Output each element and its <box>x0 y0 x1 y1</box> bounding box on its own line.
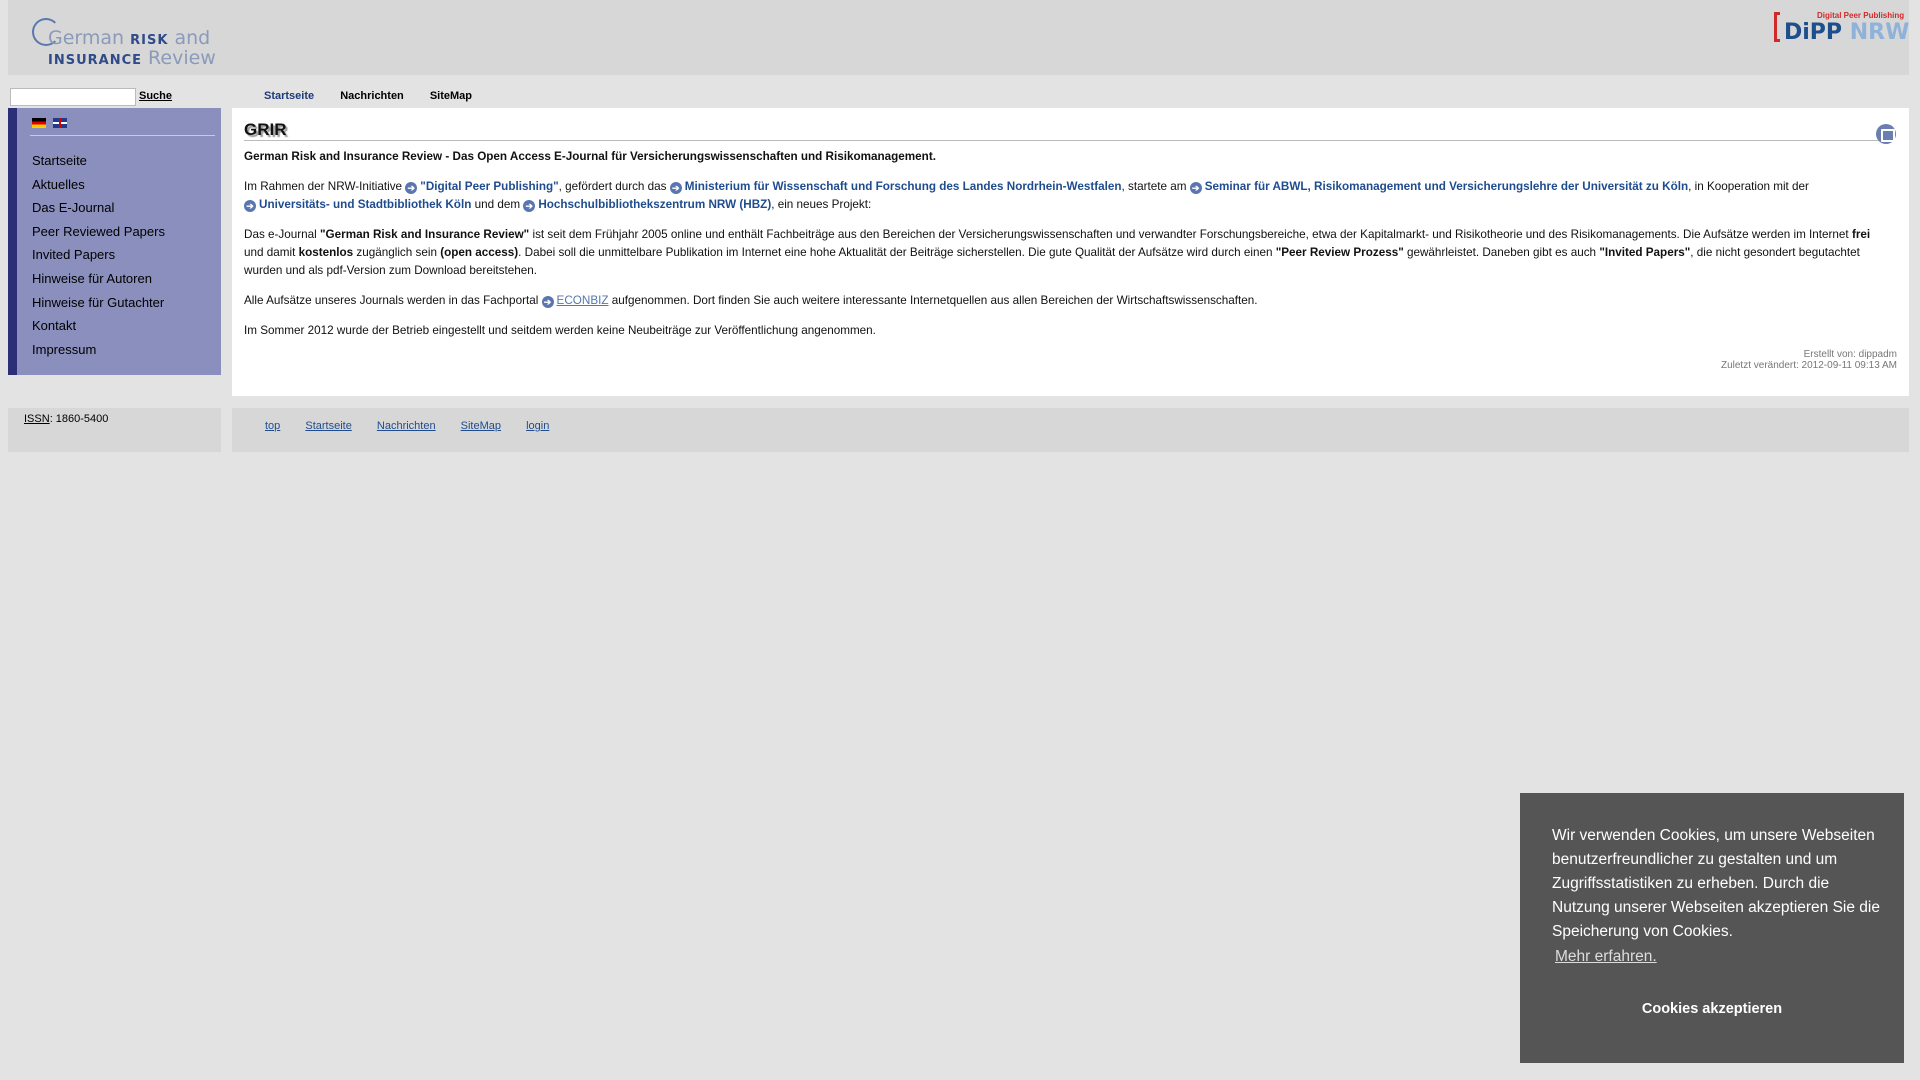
footer-link-startseite[interactable]: Startseite <box>305 420 351 432</box>
print-icon[interactable] <box>1876 124 1896 144</box>
main-content: GRIR German Risk and Insurance Review - … <box>232 108 1909 396</box>
link-econbiz[interactable]: ECONBIZ <box>557 294 609 307</box>
lead-text: German Risk and Insurance Review - Das O… <box>244 150 936 163</box>
dipp-nrw-logo[interactable]: Digital Peer Publishing DiPP NRW <box>1774 8 1909 48</box>
issn-box: ISSN: 1860-5400 <box>8 408 221 452</box>
footer-link-login[interactable]: login <box>526 420 549 432</box>
footer-navigation: top Startseite Nachrichten SiteMap login <box>232 408 1909 452</box>
language-switcher <box>32 118 70 130</box>
sidebar-item-startseite[interactable]: Startseite <box>32 151 165 175</box>
cookie-message: Wir verwenden Cookies, um unsere Webseit… <box>1552 827 1880 940</box>
topnav-sitemap[interactable]: SiteMap <box>430 90 472 102</box>
top-navigation: Startseite Nachrichten SiteMap <box>264 90 495 102</box>
topnav-nachrichten[interactable]: Nachrichten <box>340 90 404 102</box>
link-digital-peer-publishing[interactable]: "Digital Peer Publishing" <box>420 180 558 193</box>
intro-paragraph: Im Rahmen der NRW-Initiative ➔ "Digital P… <box>244 180 1809 212</box>
link-ub-koeln[interactable]: Universitäts- und Stadtbibliothek Köln <box>259 198 471 211</box>
bracket-icon <box>1774 12 1780 42</box>
sidebar-item-peer-reviewed-papers[interactable]: Peer Reviewed Papers <box>32 222 165 246</box>
last-modified: Zuletzt verändert: 2012-09-11 09:13 AM <box>1720 360 1897 371</box>
search-button[interactable]: Suche <box>139 90 172 102</box>
sidebar-item-impressum[interactable]: Impressum <box>32 340 165 364</box>
journal-description-paragraph: Das e-Journal "German Risk and Insurance… <box>244 228 1871 277</box>
arrow-right-icon: ➔ <box>541 296 554 308</box>
sidebar-divider <box>30 135 215 136</box>
created-by: Erstellt von: dippadm <box>1803 349 1897 360</box>
arrow-right-icon: ➔ <box>523 200 536 212</box>
sidebar-item-invited-papers[interactable]: Invited Papers <box>32 245 165 269</box>
document-meta: Erstellt von: dippadm Zuletzt verändert:… <box>1721 349 1897 371</box>
arrow-right-icon: ➔ <box>1189 182 1202 194</box>
sidebar-item-kontakt[interactable]: Kontakt <box>32 316 165 340</box>
site-header: German RISK and INSURANCE Review Digital… <box>8 0 1909 75</box>
grir-logo[interactable]: German RISK and INSURANCE Review <box>32 16 232 69</box>
sidebar-menu: Startseite Aktuelles Das E-Journal Peer … <box>32 151 165 363</box>
german-flag-icon[interactable] <box>32 118 46 128</box>
link-hbz[interactable]: Hochschulbibliothekszentrum NRW (HBZ) <box>538 198 771 211</box>
topnav-startseite[interactable]: Startseite <box>264 90 314 102</box>
footer-link-top[interactable]: top <box>265 420 280 432</box>
cookie-banner: Wir verwenden Cookies, um unsere Webseit… <box>1520 793 1904 1063</box>
arrow-right-icon: ➔ <box>244 200 256 212</box>
arrow-right-icon: ➔ <box>669 182 682 194</box>
link-seminar-abwl[interactable]: Seminar für ABWL, Risikomanagement und V… <box>1205 180 1688 193</box>
link-ministerium[interactable]: Ministerium für Wissenschaft und Forschu… <box>685 180 1122 193</box>
english-flag-icon[interactable] <box>53 118 68 128</box>
cookie-more-link[interactable]: Mehr erfahren. <box>1555 948 1657 966</box>
page-title: GRIR <box>244 120 287 139</box>
sidebar: Startseite Aktuelles Das E-Journal Peer … <box>8 108 221 375</box>
sidebar-item-hinweise-gutachter[interactable]: Hinweise für Gutachter <box>32 293 165 317</box>
footer-link-nachrichten[interactable]: Nachrichten <box>377 420 436 432</box>
cookie-accept-button[interactable]: Cookies akzeptieren <box>1520 1001 1904 1017</box>
closure-notice: Im Sommer 2012 wurde der Betrieb eingest… <box>244 324 876 337</box>
econbiz-paragraph: Alle Aufsätze unseres Journals werden in… <box>244 294 1258 308</box>
sidebar-item-e-journal[interactable]: Das E-Journal <box>32 198 165 222</box>
sidebar-item-aktuelles[interactable]: Aktuelles <box>32 175 165 199</box>
sidebar-item-hinweise-autoren[interactable]: Hinweise für Autoren <box>32 269 165 293</box>
arrow-right-icon: ➔ <box>405 182 418 194</box>
title-divider <box>244 140 1889 141</box>
footer-link-sitemap[interactable]: SiteMap <box>461 420 501 432</box>
search-input[interactable] <box>10 88 136 106</box>
issn-text: ISSN: 1860-5400 <box>24 413 109 425</box>
